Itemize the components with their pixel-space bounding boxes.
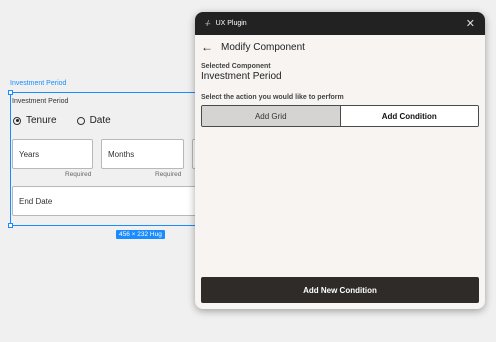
field-label: End Date xyxy=(19,197,53,206)
panel-title: Modify Component xyxy=(221,41,305,53)
radio-option-date[interactable]: Date xyxy=(76,115,111,126)
radio-group: Tenure Date xyxy=(13,115,131,126)
panel-header: ← Modify Component xyxy=(195,35,485,59)
radio-unselected-icon[interactable] xyxy=(76,116,85,125)
selected-component-value: Investment Period xyxy=(201,71,282,82)
resize-handle[interactable] xyxy=(8,90,13,95)
size-badge: 456 × 232 Hug xyxy=(116,230,165,239)
radio-label: Tenure xyxy=(26,115,57,126)
radio-label: Date xyxy=(89,115,111,126)
add-new-condition-button[interactable]: Add New Condition xyxy=(201,277,479,303)
radio-option-tenure[interactable]: Tenure xyxy=(13,115,57,126)
selected-component-label: Selected Component xyxy=(201,63,271,70)
action-prompt: Select the action you would like to perf… xyxy=(201,94,344,101)
add-condition-button[interactable]: Add Condition xyxy=(340,106,478,126)
radio-selected-icon[interactable] xyxy=(13,116,21,125)
years-required-hint: Required xyxy=(65,171,92,178)
close-icon[interactable]: ✕ xyxy=(466,17,475,30)
selected-frame[interactable]: Investment Period Tenure Date Years Requ… xyxy=(8,90,212,228)
field-label: Months xyxy=(108,150,135,159)
frame-label: Investment Period xyxy=(10,80,67,87)
end-date-field[interactable]: End Date xyxy=(12,186,212,216)
months-field[interactable]: Months xyxy=(101,139,184,169)
plugin-title: UX Plugin xyxy=(215,20,247,27)
component-title: Investment Period xyxy=(12,98,69,105)
plugin-logo-icon: -/- xyxy=(205,19,210,28)
resize-handle[interactable] xyxy=(8,223,13,228)
field-label: Years xyxy=(19,150,40,159)
action-segmented-control: Add Grid Add Condition xyxy=(201,105,479,127)
arrow-left-icon[interactable]: ← xyxy=(201,40,213,54)
add-grid-button[interactable]: Add Grid xyxy=(202,106,341,126)
months-required-hint: Required xyxy=(155,171,182,178)
plugin-window: -/- UX Plugin ✕ ← Modify Component Selec… xyxy=(195,12,485,309)
plugin-titlebar: -/- UX Plugin ✕ xyxy=(195,12,485,35)
years-field[interactable]: Years xyxy=(12,139,93,169)
